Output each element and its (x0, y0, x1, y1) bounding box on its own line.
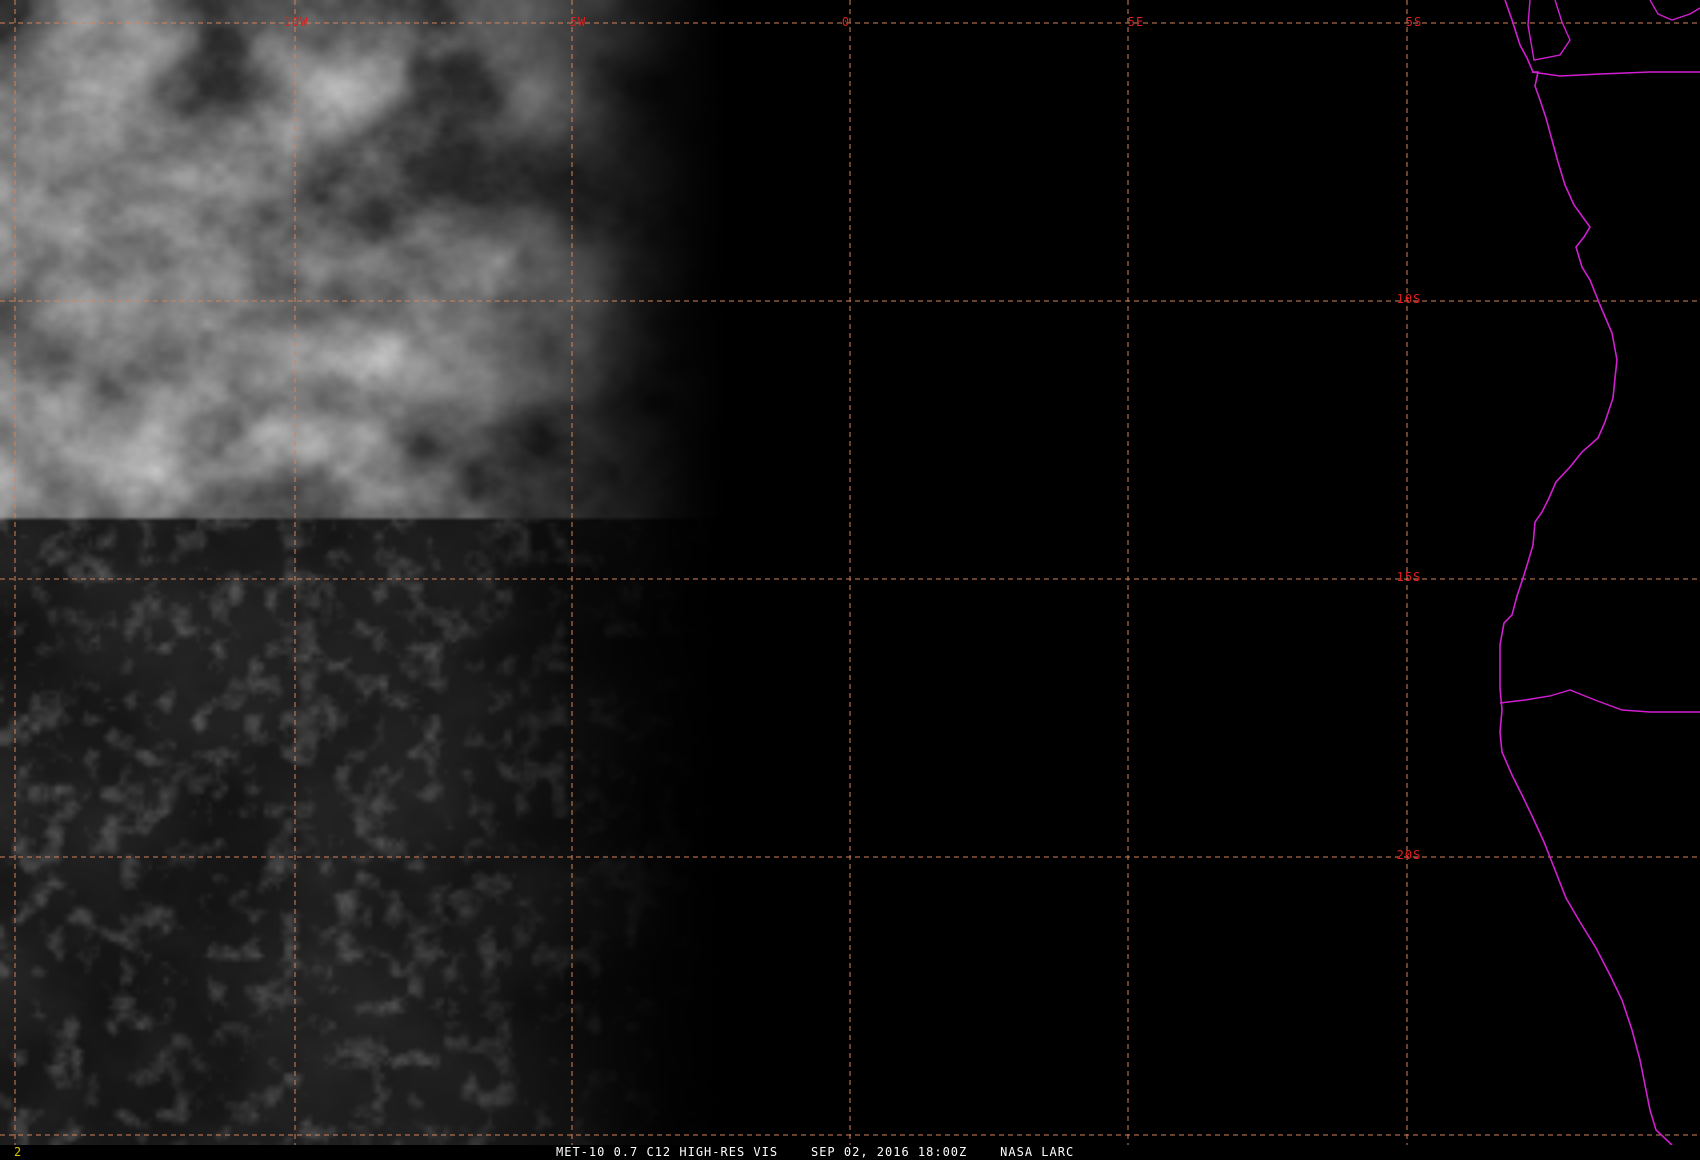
caption-datetime: SEP 02, 2016 18:00Z (810, 1145, 968, 1159)
lat-label-15s: 15S (1397, 570, 1422, 584)
satellite-viewer: 10W 5W 0 5E 5S 10S 15S 20S 2 MET-10 0.7 … (0, 0, 1700, 1160)
border-line-north-east (1649, 0, 1700, 21)
lon-label-10w: 10W (284, 15, 309, 29)
border-line-north (1527, 0, 1571, 61)
lat-label-5s: 5S (1406, 15, 1422, 29)
caption-satellite: MET-10 0.7 C12 HIGH-RES VIS (556, 1145, 779, 1159)
grid-labels: 10W 5W 0 5E 5S 10S 15S 20S (284, 15, 1422, 862)
status-bar: 2 MET-10 0.7 C12 HIGH-RES VIS SEP 02, 20… (0, 1145, 1700, 1160)
lon-label-5w: 5W (570, 15, 586, 29)
border-line-angola-namibia (1499, 689, 1700, 713)
lon-label-5e: 5E (1128, 15, 1144, 29)
frame-number: 2 (14, 1145, 23, 1159)
lat-label-20s: 20S (1397, 848, 1422, 862)
africa-coastline (1499, 0, 1673, 1145)
lat-lon-grid (0, 0, 1700, 1145)
image-caption: MET-10 0.7 C12 HIGH-RES VIS SEP 02, 2016… (556, 1145, 1074, 1160)
lon-label-0: 0 (842, 15, 850, 29)
lat-label-10s: 10S (1397, 292, 1422, 306)
map-overlay: 10W 5W 0 5E 5S 10S 15S 20S (0, 0, 1700, 1145)
caption-source: NASA LARC (1000, 1145, 1075, 1159)
border-line-cabinda (1531, 71, 1700, 77)
coastline-border (1499, 0, 1700, 1145)
